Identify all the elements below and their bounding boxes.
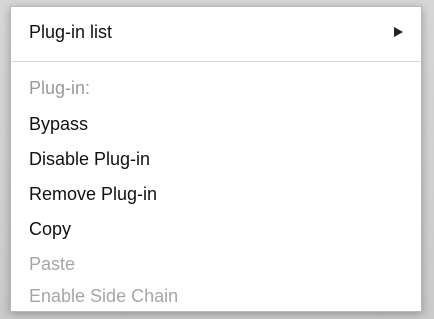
menu-section-header: Plug-in: [29, 78, 91, 98]
menu-item-plug-in-list[interactable]: Plug-in list [29, 17, 403, 47]
menu-item-disable-plug-in[interactable]: Disable Plug-in [29, 144, 403, 174]
menu-item-remove-plug-in[interactable]: Remove Plug-in [29, 179, 403, 209]
menu-separator [11, 61, 421, 62]
submenu-arrow-icon [394, 27, 403, 37]
menu-item-enable-side-chain: Enable Side Chain [29, 286, 179, 306]
context-menu: Plug-in list Plug-in: Bypass Disable Plu… [10, 6, 422, 312]
menu-item-label: Plug-in list [29, 22, 113, 42]
menu-item-paste: Paste [29, 254, 76, 274]
menu-item-bypass[interactable]: Bypass [29, 109, 403, 139]
menu-item-copy[interactable]: Copy [29, 214, 403, 244]
